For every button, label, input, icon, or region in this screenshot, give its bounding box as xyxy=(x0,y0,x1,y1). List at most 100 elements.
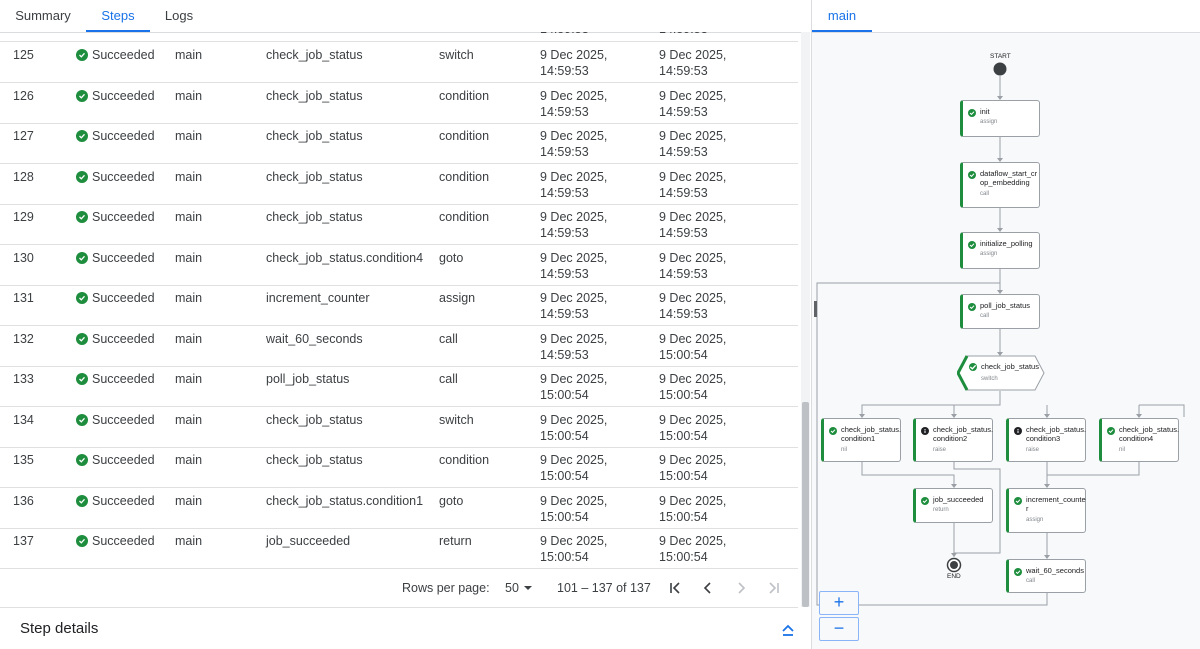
graph-node-c4[interactable]: check_job_status. condition4 nil xyxy=(1099,418,1179,462)
step-end-time: 9 Dec 2025, 14:59:53 xyxy=(659,88,727,119)
table-row[interactable]: 129 Succeeded main check_job_status conditio… xyxy=(0,204,798,245)
step-end-time: 9 Dec 2025, 15:00:54 xyxy=(659,412,727,443)
graph-node-switch[interactable]: check_job_status switch xyxy=(957,355,1045,391)
graph-node-c1[interactable]: check_job_status. condition1 nil xyxy=(821,418,901,462)
check-circle-icon xyxy=(76,170,88,183)
graph-node-succ[interactable]: job_succeeded return xyxy=(913,488,993,523)
graph-panel: main START END init assign dataflow_star… xyxy=(811,0,1200,649)
step-status: Succeeded xyxy=(76,290,155,306)
check-circle-icon xyxy=(76,130,88,142)
tab-summary[interactable]: Summary xyxy=(8,0,78,31)
step-number: 134 xyxy=(13,412,34,427)
workflow-graph[interactable]: START END init assign dataflow_start_cr op… xyxy=(812,33,1200,649)
step-name: poll_job_status xyxy=(266,372,350,386)
step-status: Succeeded xyxy=(76,88,155,104)
step-type: assign xyxy=(439,291,476,305)
zoom-out-button[interactable]: − xyxy=(819,617,859,641)
step-name: check_job_status.condition4 xyxy=(266,250,424,265)
rows-per-page-select[interactable]: 50 xyxy=(505,581,533,595)
table-row[interactable]: 134 Succeeded main check_job_status switch 9 … xyxy=(0,407,798,448)
step-routine: main xyxy=(175,493,203,508)
step-number: 130 xyxy=(13,250,34,265)
check-circle-icon xyxy=(968,171,976,179)
dropdown-arrow-icon xyxy=(523,586,532,590)
step-end-time: 9 Dec 2025, 14:59:53 xyxy=(659,48,727,78)
graph-node-dataflow[interactable]: dataflow_start_cr op_embedding call xyxy=(960,162,1040,208)
step-details-bar[interactable]: Step details xyxy=(0,608,810,649)
graph-node-wait[interactable]: wait_60_seconds call xyxy=(1006,559,1086,593)
status-text: Succeeded xyxy=(92,250,155,265)
rows-per-page-value: 50 xyxy=(505,581,519,595)
step-number: 135 xyxy=(13,453,34,467)
graph-node-c2[interactable]: check_job_status. condition2 raise xyxy=(913,418,993,462)
tab-main[interactable]: main xyxy=(812,0,872,32)
table-row[interactable]: 127 Succeeded main check_job_status conditio… xyxy=(0,123,798,164)
step-number: 129 xyxy=(13,210,34,224)
table-row[interactable]: 132 Succeeded main wait_60_seconds call 9 Dec… xyxy=(0,326,798,367)
node-name: poll_job_status xyxy=(980,301,1031,310)
tab-bar: Summary Steps Logs xyxy=(0,0,810,33)
step-number: 132 xyxy=(13,331,34,346)
step-end-time: 9 Dec 2025, 14:59:53 xyxy=(659,291,727,321)
step-type: call xyxy=(439,331,458,346)
table-row[interactable]: 136 Succeeded main check_job_status.conditi… xyxy=(0,488,798,529)
first-page-button[interactable] xyxy=(664,577,686,599)
step-name: check_job_status xyxy=(266,169,363,184)
table-row[interactable]: 130 Succeeded main check_job_status.conditi… xyxy=(0,245,798,286)
table-row[interactable]: 128 Succeeded main check_job_status conditio… xyxy=(0,164,798,205)
graph-node-init[interactable]: init assign xyxy=(960,100,1040,137)
step-number: 131 xyxy=(13,291,34,305)
next-page-button[interactable] xyxy=(730,577,752,599)
table-row[interactable]: 126 Succeeded main check_job_status conditio… xyxy=(0,83,798,124)
node-type: switch xyxy=(981,376,998,382)
rows-per-page-label: Rows per page: xyxy=(402,581,490,595)
step-type: condition xyxy=(439,129,490,143)
table-row[interactable]: 131 Succeeded main increment_counter assign 9… xyxy=(0,285,798,326)
previous-page-button[interactable] xyxy=(697,577,719,599)
node-name: dataflow_start_cr op_embedding xyxy=(980,169,1038,187)
step-status: Succeeded xyxy=(76,128,155,144)
step-type: switch xyxy=(439,412,474,427)
table-row[interactable]: 137 Succeeded main job_succeeded return 9 Dec… xyxy=(0,528,798,569)
step-name: check_job_status.condition1 xyxy=(266,493,424,508)
info-circle-icon xyxy=(1014,427,1022,435)
graph-node-inc[interactable]: increment_counte r assign xyxy=(1006,488,1086,533)
node-type: assign xyxy=(980,119,998,125)
scrollbar-thumb[interactable] xyxy=(802,402,809,607)
step-status: Succeeded xyxy=(76,533,155,549)
tab-logs[interactable]: Logs xyxy=(158,0,200,31)
node-type: call xyxy=(980,313,990,319)
step-status: Succeeded xyxy=(76,412,155,428)
first-page-icon xyxy=(670,582,680,594)
check-circle-icon xyxy=(968,303,976,311)
table-row[interactable]: 133 Succeeded main poll_job_status call 9 Dec… xyxy=(0,366,798,407)
zoom-in-button[interactable]: + xyxy=(819,591,859,615)
step-routine: main xyxy=(175,453,203,467)
step-name: check_job_status xyxy=(266,48,363,62)
chevron-left-icon xyxy=(703,582,711,594)
table-row[interactable]: 125 Succeeded main check_job_status switch 9 … xyxy=(0,42,798,83)
step-name: increment_counter xyxy=(266,291,370,305)
graph-node-initpoll[interactable]: initialize_polling assign xyxy=(960,232,1040,269)
last-page-button[interactable] xyxy=(763,577,785,599)
node-name: check_job_status. condition3 xyxy=(1026,425,1087,443)
tab-steps[interactable]: Steps xyxy=(86,0,150,32)
table-row[interactable]: 135 Succeeded main check_job_status conditio… xyxy=(0,447,798,488)
graph-node-poll[interactable]: poll_job_statuscall xyxy=(960,294,1040,329)
step-routine: main xyxy=(175,534,203,548)
step-start-time: 9 Dec 2025, 14:59:53 xyxy=(540,48,608,78)
node-type: raise xyxy=(933,447,947,453)
step-end-time: 9 Dec 2025, 15:00:54 xyxy=(659,331,727,362)
step-status: Succeeded xyxy=(76,250,155,266)
step-start-time: 9 Dec 2025, 14:59:53 xyxy=(540,88,608,119)
graph-node-c3[interactable]: check_job_status. condition3 raise xyxy=(1006,418,1086,462)
status-text: Succeeded xyxy=(92,534,155,548)
step-name: check_job_status xyxy=(266,453,363,467)
expand-up-icon[interactable] xyxy=(780,622,796,638)
step-end-time: 9 Dec 2025, 15:00:54 xyxy=(659,372,727,402)
check-circle-icon xyxy=(76,373,88,385)
step-end-time: 9 Dec 2025, 15:00:54 xyxy=(659,534,727,564)
step-number: 125 xyxy=(13,48,34,62)
table-scrollbar[interactable] xyxy=(801,32,810,607)
step-name: check_job_status xyxy=(266,210,363,224)
